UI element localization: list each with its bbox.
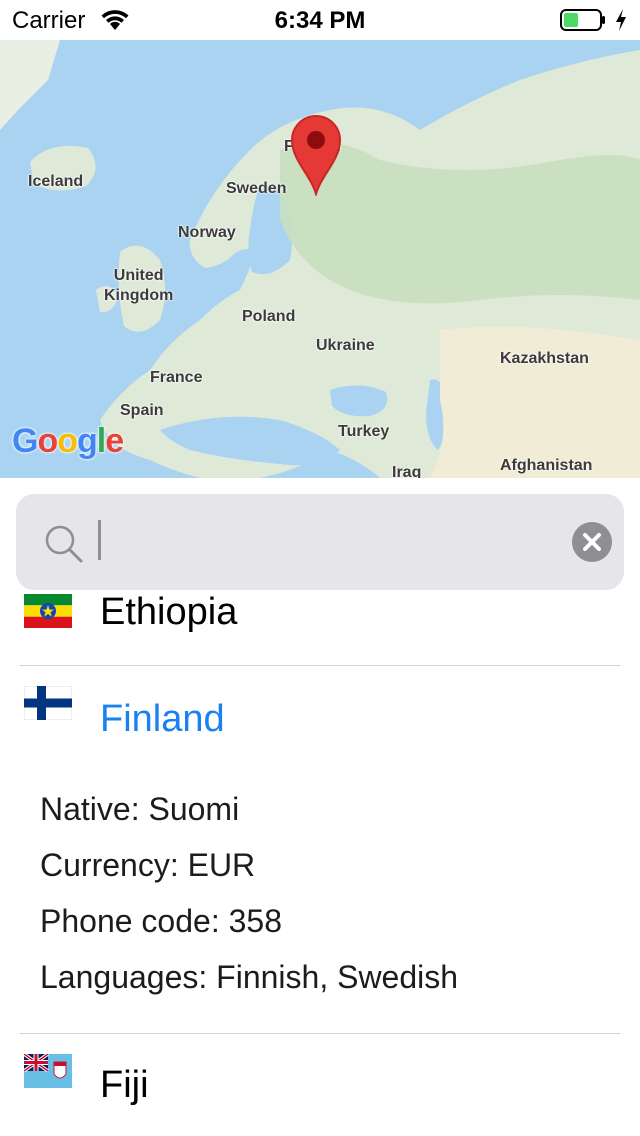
country-row-fiji[interactable]: Fiji	[0, 1034, 640, 1136]
map-label-ukraine: Ukraine	[316, 337, 375, 354]
country-name-finland: Finland	[100, 698, 225, 740]
map-label-turkey: Turkey	[338, 423, 390, 440]
search-icon	[44, 524, 84, 569]
status-bar: Carrier 6:34 PM	[0, 0, 640, 40]
map-label-norway: Norway	[178, 224, 236, 241]
map-label-france: France	[150, 369, 203, 386]
clear-search-button[interactable]	[572, 522, 612, 562]
map-label-united-kingdom: United Kingdom	[104, 267, 174, 304]
map-label-kazakhstan: Kazakhstan	[500, 350, 589, 367]
map-label-iceland: Iceland	[28, 173, 84, 190]
finland-native: Native: Suomi	[40, 791, 240, 827]
close-icon	[583, 533, 601, 551]
finland-languages: Languages: Finnish, Swedish	[40, 959, 459, 995]
finland-currency: Currency: EUR	[40, 847, 256, 883]
map-label-sweden: Sweden	[226, 180, 287, 197]
search-bar	[16, 494, 624, 590]
battery-icon	[560, 9, 606, 31]
finland-phone-code: Phone code: 358	[40, 903, 282, 939]
country-row-ethiopia[interactable]: Ethiopia	[0, 580, 640, 666]
map-label-spain: Spain	[120, 402, 164, 419]
clock: 6:34 PM	[274, 7, 366, 34]
fiji-flag-icon	[22, 1052, 72, 1088]
country-name-fiji: Fiji	[100, 1064, 149, 1106]
country-name-ethiopia: Ethiopia	[100, 591, 238, 633]
finland-flag-icon	[23, 685, 73, 721]
map-view[interactable]: Iceland Sweden Finland Norway United Kin…	[0, 40, 640, 478]
country-list: Ethiopia Finland Native: Suomi Currency:…	[0, 580, 640, 1136]
ethiopia-flag-icon	[24, 594, 72, 628]
map-label-poland: Poland	[242, 308, 296, 325]
country-row-finland[interactable]: Finland Native: Suomi Currency: EUR Phon…	[0, 666, 640, 1034]
map-label-iraq: Iraq	[392, 464, 422, 478]
charging-icon	[614, 8, 628, 37]
google-logo: Google	[12, 422, 124, 460]
map-label-afghanistan: Afghanistan	[500, 457, 593, 474]
search-input[interactable]	[82, 516, 556, 570]
map-terrain	[0, 40, 640, 478]
